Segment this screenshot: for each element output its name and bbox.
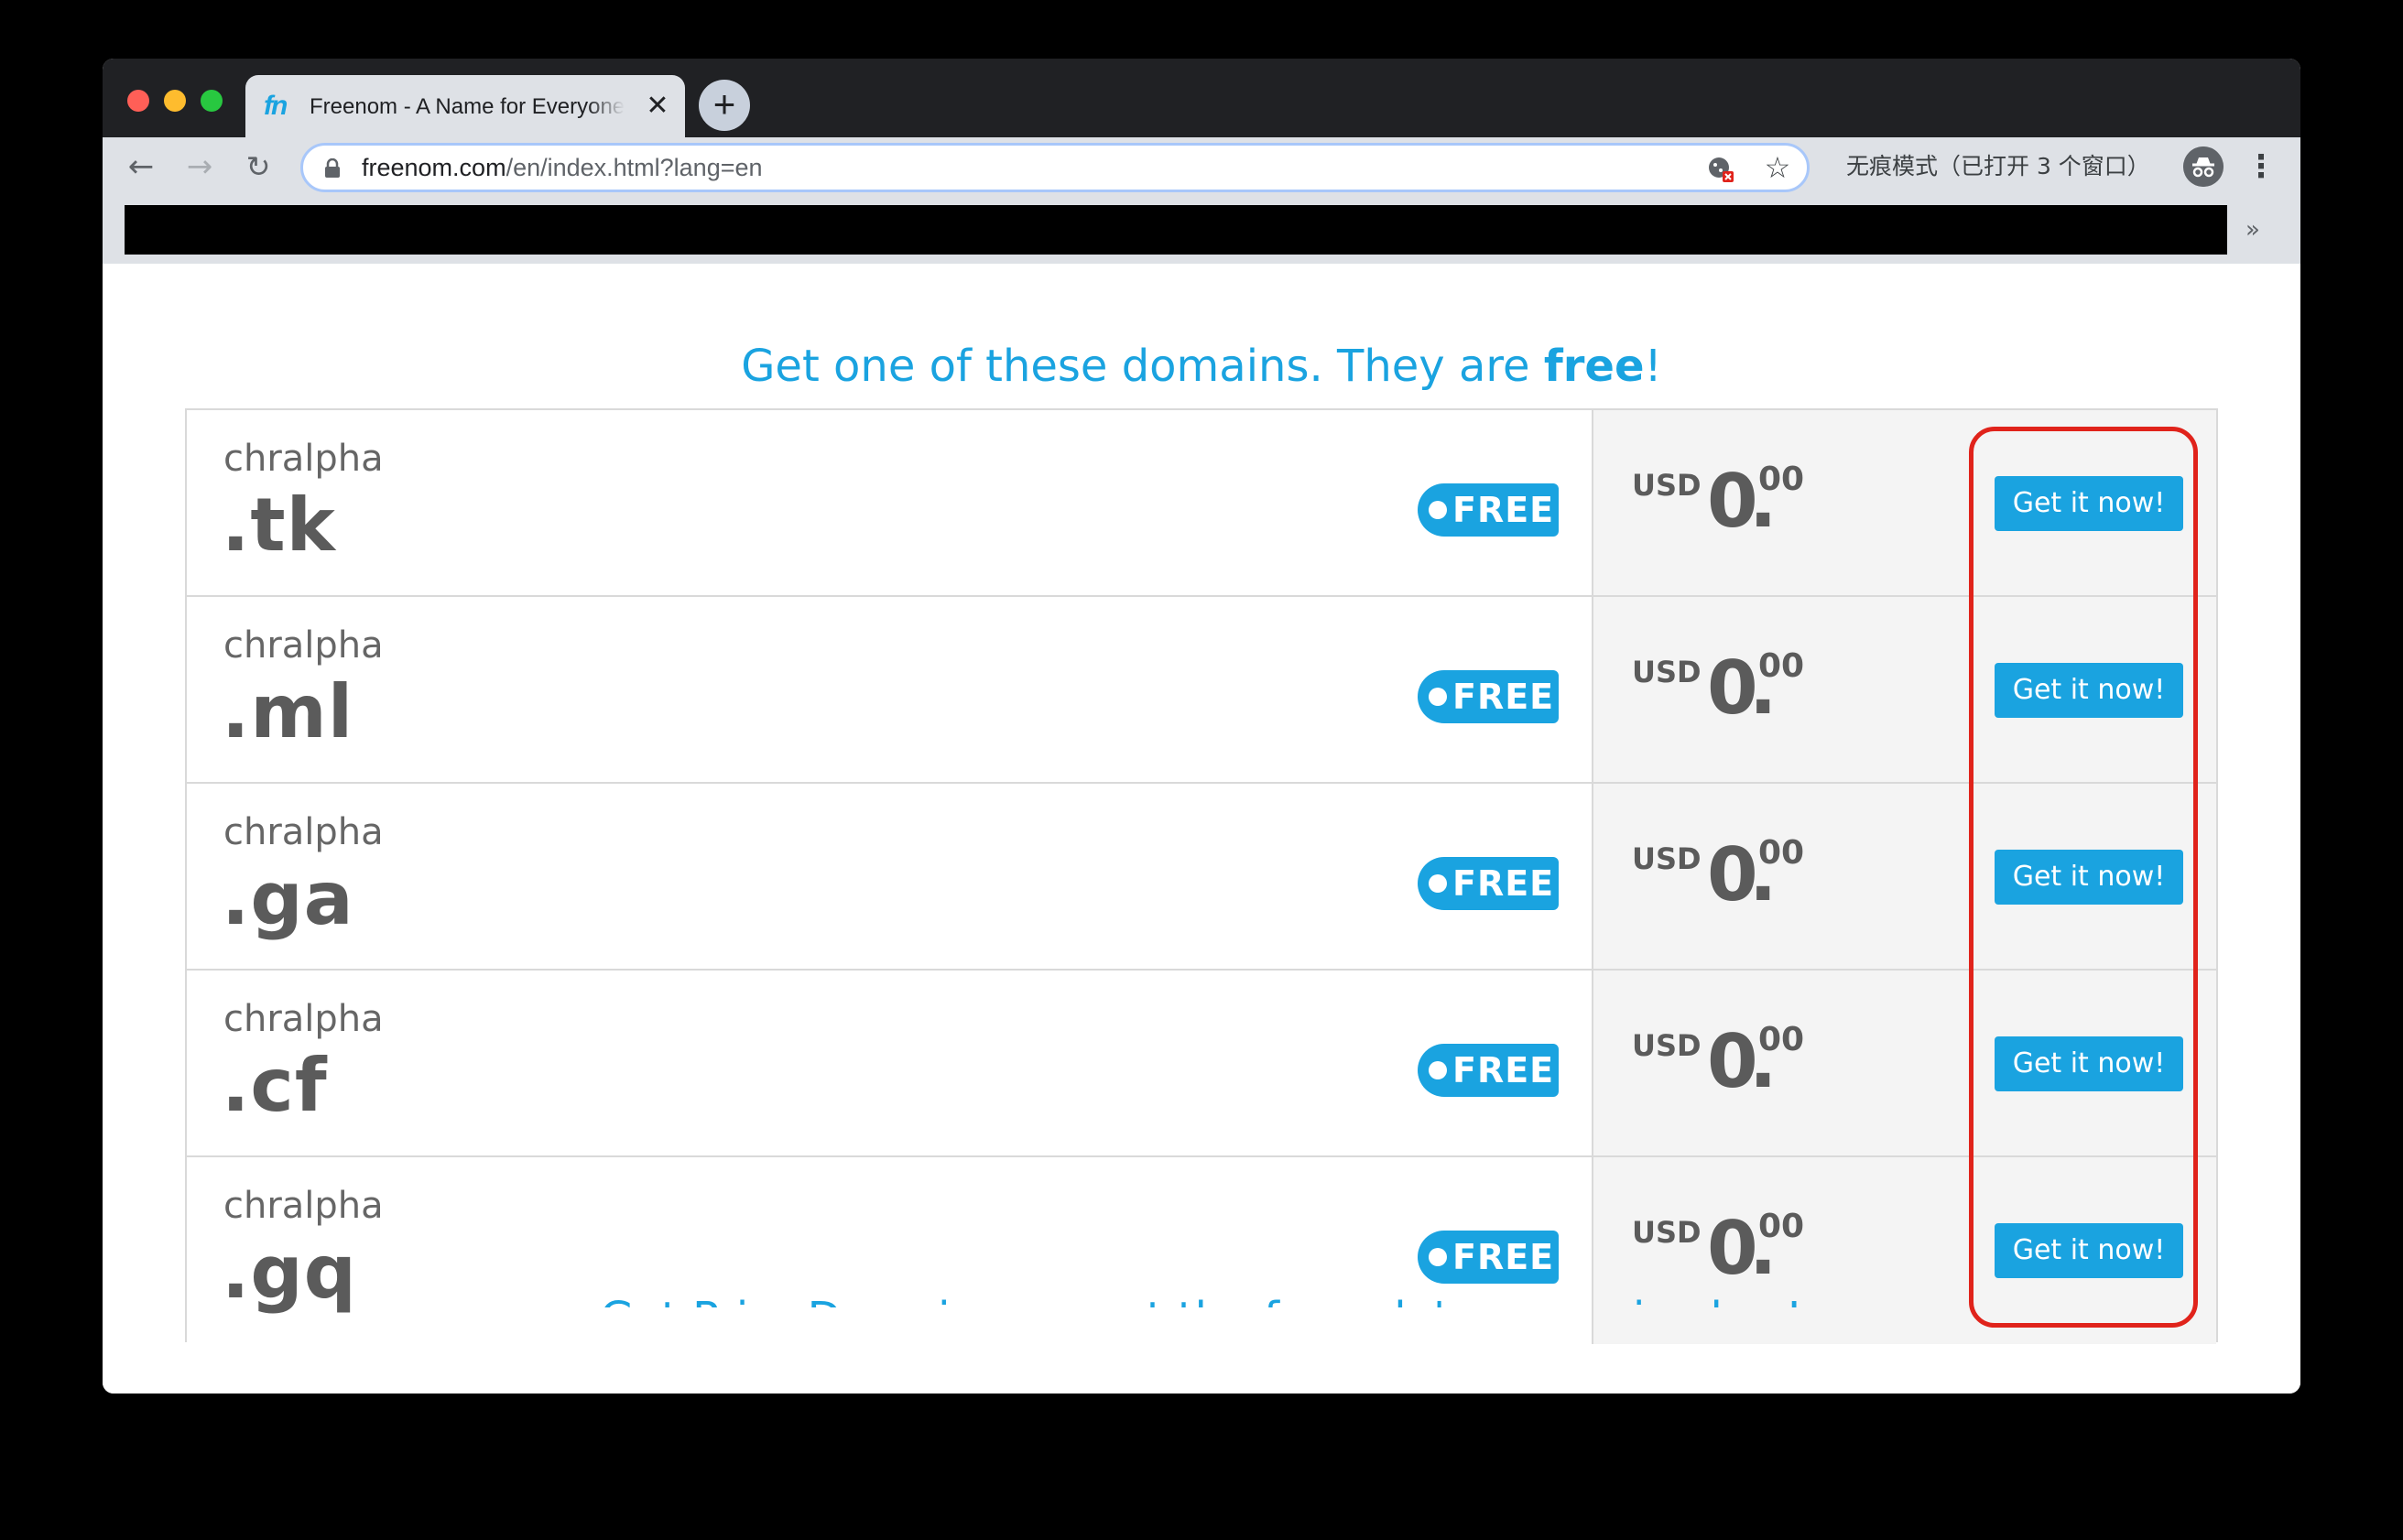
- tab-close-icon[interactable]: ✕: [641, 88, 674, 125]
- url-path: /en/index.html?lang=en: [506, 154, 763, 181]
- url-text[interactable]: freenom.com/en/index.html?lang=en: [362, 151, 763, 184]
- free-badge-label: FREE: [1452, 677, 1555, 717]
- back-button[interactable]: ←: [119, 145, 163, 189]
- domain-list: chralpha .tk FREE USD 0 . 00 Get it now!: [185, 408, 2218, 1344]
- domain-tld: .cf: [222, 1043, 328, 1128]
- heading-bold: free: [1543, 341, 1645, 392]
- cookie-blocked-icon[interactable]: [1706, 155, 1735, 184]
- domain-row: chralpha .tk FREE USD 0 . 00 Get it now!: [187, 410, 2216, 597]
- domain-name: chralpha: [223, 1185, 384, 1227]
- maximize-window-button[interactable]: [201, 90, 223, 112]
- free-badge-label: FREE: [1452, 1237, 1555, 1277]
- domain-name: chralpha: [223, 624, 384, 667]
- browser-tab[interactable]: fn Freenom - A Name for Everyone ✕: [245, 75, 685, 137]
- free-badge: FREE: [1418, 483, 1559, 537]
- free-badge-label: FREE: [1452, 863, 1555, 904]
- price-decimal: 00: [1758, 834, 1805, 872]
- free-badge-label: FREE: [1452, 490, 1555, 530]
- domain-row: chralpha .ml FREE USD 0 . 00 Get it now!: [187, 597, 2216, 784]
- new-tab-button[interactable]: +: [699, 80, 750, 131]
- browser-menu-icon[interactable]: ⋮: [2245, 146, 2277, 187]
- tab-title: Freenom - A Name for Everyone: [310, 92, 625, 123]
- badge-dot-icon: [1429, 688, 1447, 706]
- browser-toolbar: ← → ↻ freenom.com/en/index.html?lang=en …: [103, 137, 2300, 196]
- domain-info: chralpha .tk FREE: [187, 410, 1593, 595]
- page-content: Get one of these domains. They are free!…: [103, 264, 2300, 1394]
- free-badge-label: FREE: [1452, 1050, 1555, 1090]
- heading-punct: !: [1644, 341, 1662, 392]
- badge-dot-icon: [1429, 1248, 1447, 1266]
- lock-icon: [325, 158, 340, 178]
- reload-button[interactable]: ↻: [236, 145, 280, 189]
- bookmarks-overflow-icon[interactable]: »: [2245, 216, 2260, 244]
- close-window-button[interactable]: [127, 90, 149, 112]
- price-currency: USD: [1632, 841, 1702, 876]
- domain-info: chralpha .ml FREE: [187, 597, 1593, 782]
- domain-name: chralpha: [223, 438, 384, 480]
- next-section-heading: Get Prior Domains now at the formula's o…: [103, 1289, 2300, 1307]
- heading-text: Get one of these domains. They are: [741, 341, 1544, 392]
- incognito-label: 无痕模式（已打开 3 个窗口）: [1846, 153, 2150, 179]
- price-decimal: 00: [1758, 647, 1805, 685]
- tab-bar: fn Freenom - A Name for Everyone ✕ +: [103, 59, 2300, 137]
- forward-button[interactable]: →: [178, 145, 222, 189]
- free-badge: FREE: [1418, 857, 1559, 910]
- free-badge: FREE: [1418, 1044, 1559, 1097]
- url-host: freenom.com: [362, 154, 506, 181]
- domain-row: chralpha .ga FREE USD 0 . 00 Get it now!: [187, 784, 2216, 971]
- domain-tld: .ml: [222, 669, 354, 754]
- domain-info: chralpha .ga FREE: [187, 784, 1593, 969]
- domain-info: chralpha .cf FREE: [187, 971, 1593, 1155]
- price-currency: USD: [1632, 655, 1702, 689]
- redacted-bookmarks: [125, 205, 2227, 255]
- domain-tld: .ga: [222, 856, 354, 941]
- freenom-favicon-icon: fn: [264, 91, 288, 121]
- domain-row: chralpha .gq FREE USD 0 . 00 Get it now!: [187, 1157, 2216, 1344]
- bookmark-star-icon[interactable]: ☆: [1761, 151, 1794, 184]
- price-decimal: 00: [1758, 461, 1805, 498]
- incognito-icon[interactable]: [2183, 146, 2224, 187]
- domain-row: chralpha .cf FREE USD 0 . 00 Get it now!: [187, 971, 2216, 1157]
- badge-dot-icon: [1429, 874, 1447, 893]
- minimize-window-button[interactable]: [164, 90, 186, 112]
- domain-name: chralpha: [223, 998, 384, 1040]
- free-badge: FREE: [1418, 670, 1559, 723]
- price-currency: USD: [1632, 1215, 1702, 1250]
- badge-dot-icon: [1429, 501, 1447, 519]
- domain-tld: .tk: [222, 483, 336, 568]
- badge-dot-icon: [1429, 1061, 1447, 1079]
- browser-window: fn Freenom - A Name for Everyone ✕ + ← →…: [103, 59, 2300, 1394]
- page-heading: Get one of these domains. They are free!: [103, 337, 2300, 396]
- price-decimal: 00: [1758, 1021, 1805, 1058]
- buttons-highlight-box: [1969, 427, 2198, 1328]
- address-bar[interactable]: freenom.com/en/index.html?lang=en ☆: [300, 143, 1810, 192]
- price-currency: USD: [1632, 1028, 1702, 1063]
- price-currency: USD: [1632, 468, 1702, 503]
- free-badge: FREE: [1418, 1231, 1559, 1284]
- price-decimal: 00: [1758, 1208, 1805, 1245]
- domain-info: chralpha .gq FREE: [187, 1157, 1593, 1344]
- domain-name: chralpha: [223, 811, 384, 853]
